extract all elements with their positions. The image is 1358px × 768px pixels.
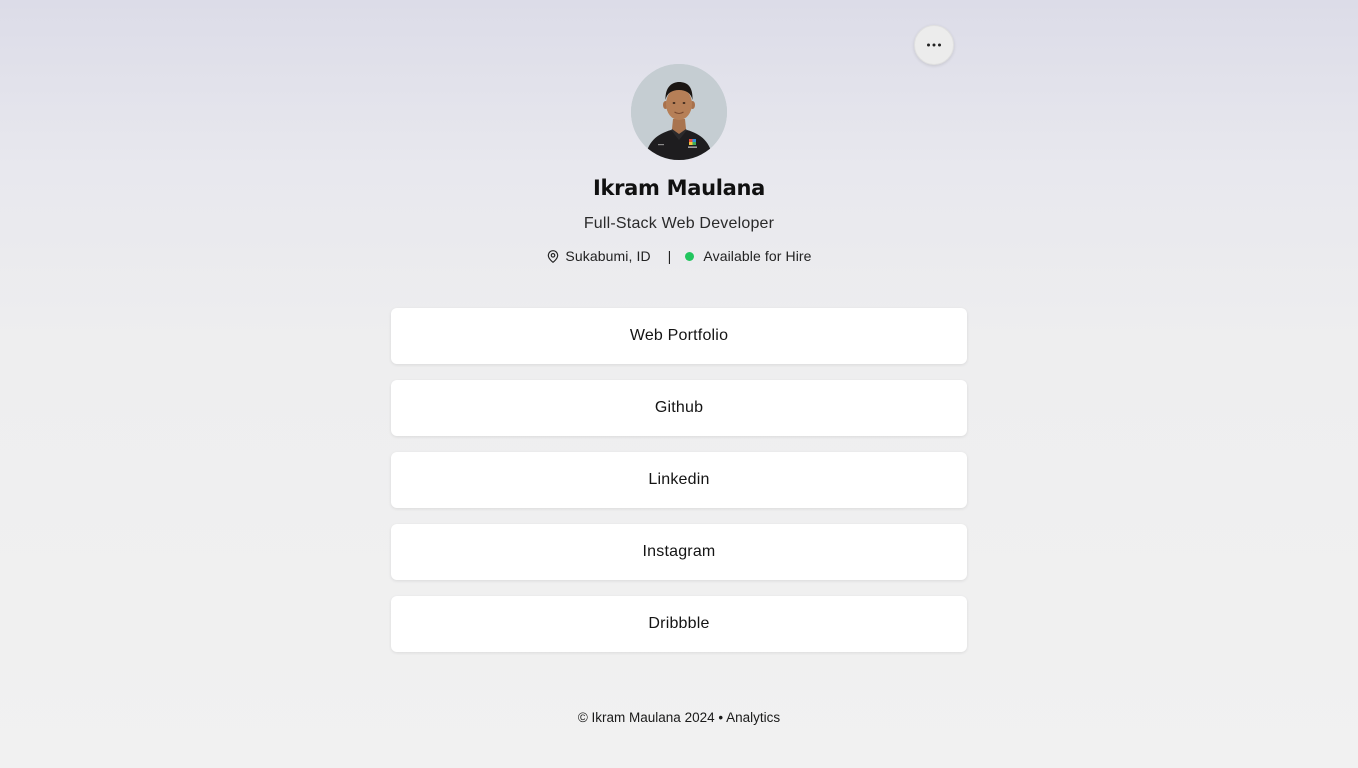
status-dot-icon xyxy=(685,251,695,261)
link-button-github[interactable]: Github xyxy=(391,380,967,436)
meta-separator: | xyxy=(667,248,672,264)
footer-bullet: • xyxy=(718,710,724,725)
avatar-photo xyxy=(631,64,727,160)
map-pin-icon xyxy=(548,249,559,263)
profile-role: Full-Stack Web Developer xyxy=(583,215,775,232)
location: Sukabumi, ID xyxy=(546,248,651,264)
link-button-dribbble[interactable]: Dribbble xyxy=(391,596,967,652)
analytics-link[interactable]: Analytics xyxy=(726,710,780,725)
profile-meta: Sukabumi, ID | Available for Hire xyxy=(0,248,1358,264)
link-list: Web Portfolio Github Linkedin Instagram … xyxy=(391,308,967,668)
profile-name: Ikram Maulana xyxy=(592,176,766,200)
link-button-instagram[interactable]: Instagram xyxy=(391,524,967,580)
more-horizontal-icon xyxy=(927,43,941,47)
footer: © Ikram Maulana 2024 • Analytics xyxy=(0,710,1358,725)
more-options-button[interactable] xyxy=(914,25,954,65)
location-text: Sukabumi, ID xyxy=(565,248,651,264)
link-button-linkedin[interactable]: Linkedin xyxy=(391,452,967,508)
avatar xyxy=(631,64,727,160)
footer-copyright: © Ikram Maulana 2024 xyxy=(577,710,715,725)
availability-status: Available for Hire xyxy=(703,248,812,264)
link-button-web-portfolio[interactable]: Web Portfolio xyxy=(391,308,967,364)
